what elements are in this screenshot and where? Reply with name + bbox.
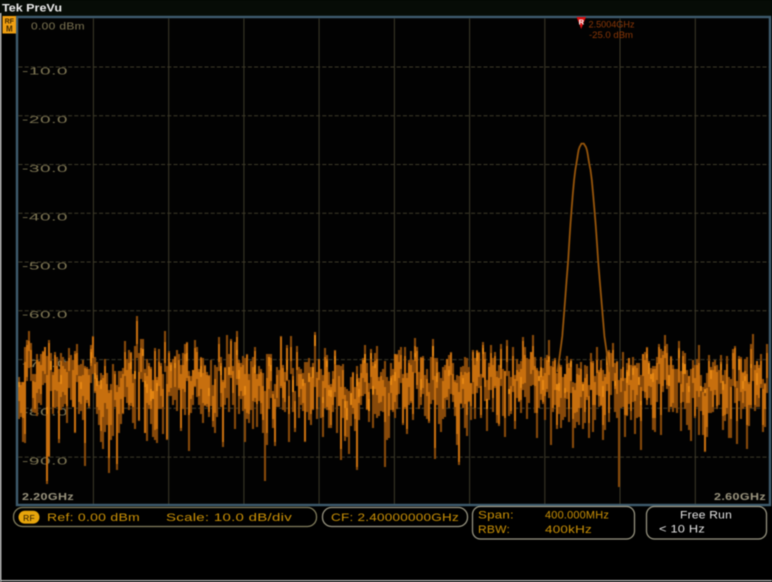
- svg-text:0.00 dBm: 0.00 dBm: [31, 21, 85, 33]
- svg-text:400kHz: 400kHz: [545, 524, 592, 536]
- svg-text:2.60GHz: 2.60GHz: [714, 492, 766, 503]
- svg-text:-40.0: -40.0: [22, 212, 68, 224]
- svg-text:-30.0: -30.0: [22, 163, 68, 175]
- svg-text:CF: 2.40000000GHz: CF: 2.40000000GHz: [331, 512, 459, 524]
- svg-text:RF: RF: [23, 513, 35, 523]
- svg-text:< 10 Hz: < 10 Hz: [659, 524, 705, 536]
- svg-text:400.000MHz: 400.000MHz: [545, 510, 609, 522]
- svg-text:R: R: [579, 18, 585, 27]
- svg-text:M: M: [6, 25, 13, 34]
- svg-text:-50.0: -50.0: [22, 260, 68, 272]
- svg-text:Span:: Span:: [478, 510, 514, 522]
- svg-text:2.20GHz: 2.20GHz: [22, 492, 74, 503]
- svg-text:Scale: 10.0 dB/div: Scale: 10.0 dB/div: [166, 512, 293, 524]
- svg-text:-60.0: -60.0: [22, 309, 68, 321]
- svg-text:-10.0: -10.0: [22, 65, 68, 77]
- svg-text:Free Run: Free Run: [680, 510, 732, 522]
- svg-text:RBW:: RBW:: [478, 524, 510, 536]
- svg-text:-25.0 dBm: -25.0 dBm: [589, 29, 633, 40]
- svg-text:-20.0: -20.0: [22, 114, 68, 126]
- svg-text:-90.0: -90.0: [22, 456, 68, 468]
- svg-text:Tek PreVu: Tek PreVu: [2, 3, 62, 15]
- svg-text:Ref: 0.00 dBm: Ref: 0.00 dBm: [47, 512, 140, 524]
